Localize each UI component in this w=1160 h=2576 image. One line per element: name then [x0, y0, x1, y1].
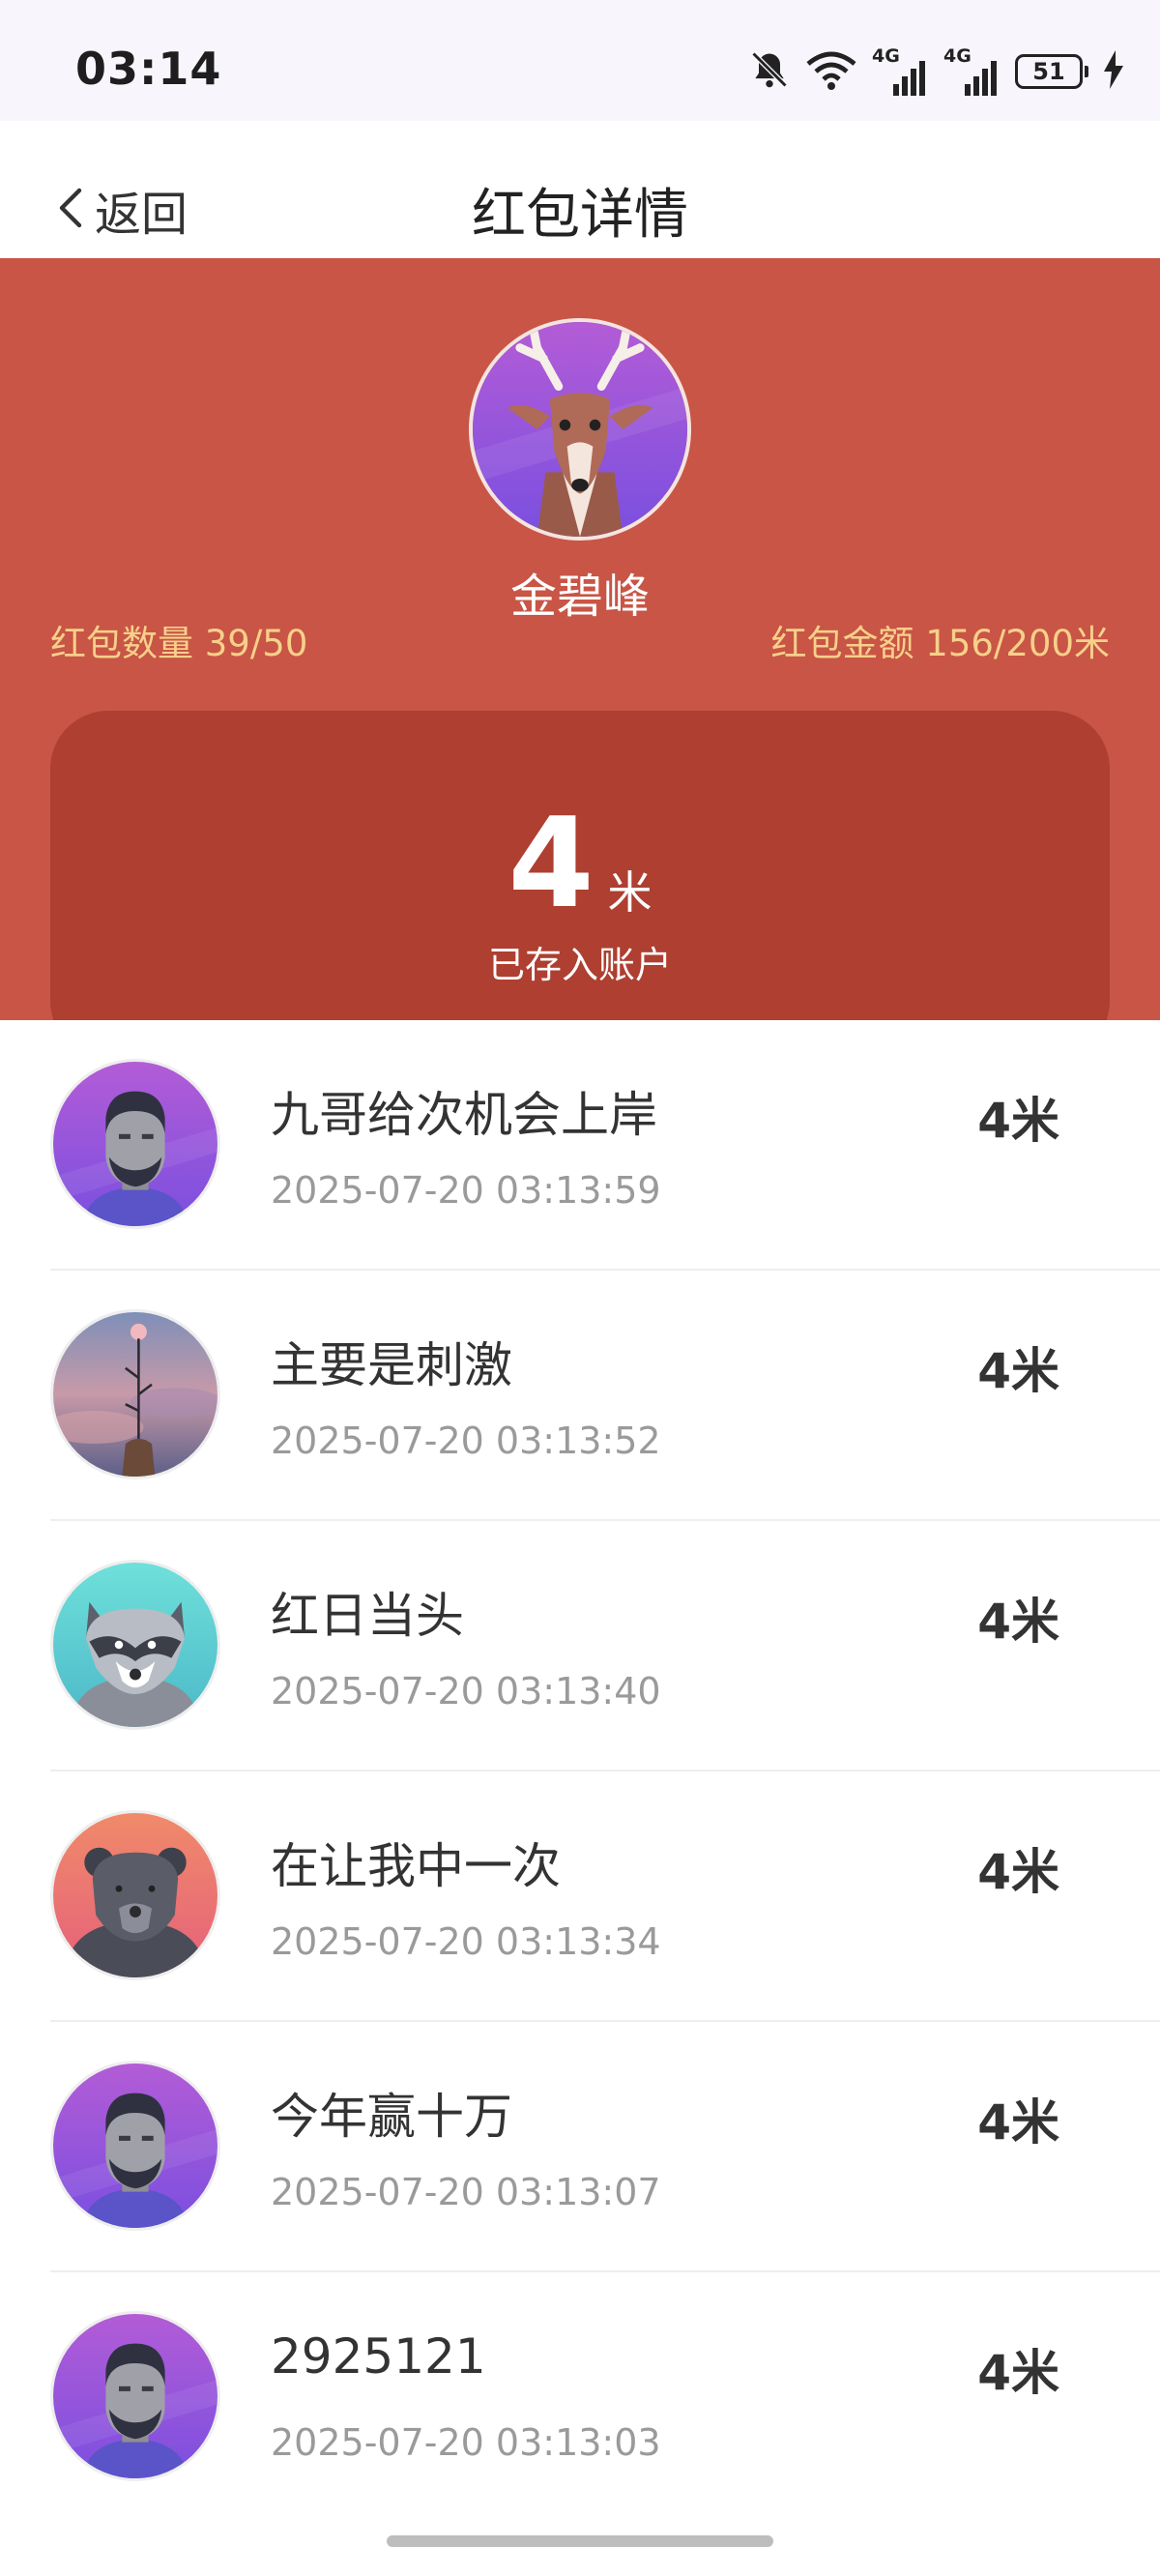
claim-time: 2025-07-20 03:13:03	[271, 2421, 661, 2464]
home-indicator[interactable]	[387, 2535, 773, 2547]
man-avatar-icon[interactable]	[50, 2061, 220, 2231]
signal-icon: 4G	[943, 45, 1000, 96]
claim-amount: 4米	[977, 2345, 1059, 2401]
received-amount-card: 4米 已存入账户	[50, 711, 1110, 1020]
man-avatar-icon[interactable]	[50, 1059, 220, 1229]
raccoon-avatar-icon[interactable]	[50, 1560, 220, 1730]
claim-amount: 4米	[977, 1844, 1059, 1900]
claimer-name: 九哥给次机会上岸	[271, 1087, 657, 1143]
charging-icon	[1104, 50, 1123, 93]
wifi-icon	[806, 48, 856, 95]
packet-count: 红包数量 39/50	[50, 623, 308, 664]
claim-time: 2025-07-20 03:13:52	[271, 1420, 661, 1462]
status-bar: 03:14 4G 4G 51	[0, 0, 1160, 121]
red-packet-header: 金碧峰 红包数量 39/50 红包金额 156/200米 4米 已存入账户	[0, 258, 1160, 1020]
man-avatar-icon[interactable]	[50, 2311, 220, 2481]
status-icons: 4G 4G 51	[733, 44, 1123, 99]
list-item[interactable]: 在让我中一次 2025-07-20 03:13:34 4米	[0, 1771, 1160, 2022]
claimer-name: 主要是刺激	[271, 1337, 512, 1393]
amount-unit: 米	[607, 866, 652, 919]
amount-value: 4	[508, 792, 594, 936]
packet-total: 红包金额 156/200米	[770, 623, 1110, 664]
deposited-note: 已存入账户	[487, 944, 672, 986]
claim-time: 2025-07-20 03:13:34	[271, 1920, 661, 1963]
claim-list: 九哥给次机会上岸 2025-07-20 03:13:59 4米 主要是刺激 20…	[0, 1020, 1160, 2523]
claim-amount: 4米	[977, 1093, 1059, 1149]
list-item[interactable]: 2925121 2025-07-20 03:13:03 4米	[0, 2272, 1160, 2523]
claim-time: 2025-07-20 03:13:40	[271, 1670, 661, 1712]
list-item[interactable]: 红日当头 2025-07-20 03:13:40 4米	[0, 1521, 1160, 1771]
nav-bar: 返回 红包详情	[0, 121, 1160, 258]
claimer-name: 今年赢十万	[271, 2089, 512, 2145]
claimer-name: 红日当头	[271, 1588, 464, 1644]
battery-icon: 51	[1015, 54, 1088, 89]
page-title: 红包详情	[472, 184, 688, 247]
bear-avatar-icon[interactable]	[50, 1810, 220, 1980]
bell-muted-icon	[748, 48, 791, 95]
claim-time: 2025-07-20 03:13:59	[271, 1169, 661, 1212]
claimer-name: 在让我中一次	[271, 1838, 561, 1894]
photo-avatar-icon[interactable]	[50, 1309, 220, 1479]
list-item[interactable]: 主要是刺激 2025-07-20 03:13:52 4米	[0, 1271, 1160, 1521]
claimer-name: 2925121	[271, 2328, 486, 2385]
list-item[interactable]: 九哥给次机会上岸 2025-07-20 03:13:59 4米	[0, 1020, 1160, 1271]
received-amount: 4米	[50, 803, 1110, 926]
claim-time: 2025-07-20 03:13:07	[271, 2171, 661, 2213]
claim-amount: 4米	[977, 1343, 1059, 1399]
claim-amount: 4米	[977, 1594, 1059, 1650]
status-time: 03:14	[75, 43, 222, 95]
list-item[interactable]: 今年赢十万 2025-07-20 03:13:07 4米	[0, 2022, 1160, 2272]
claim-amount: 4米	[977, 2094, 1059, 2151]
signal-icon: 4G	[872, 45, 928, 96]
deer-avatar-icon[interactable]	[469, 318, 691, 541]
